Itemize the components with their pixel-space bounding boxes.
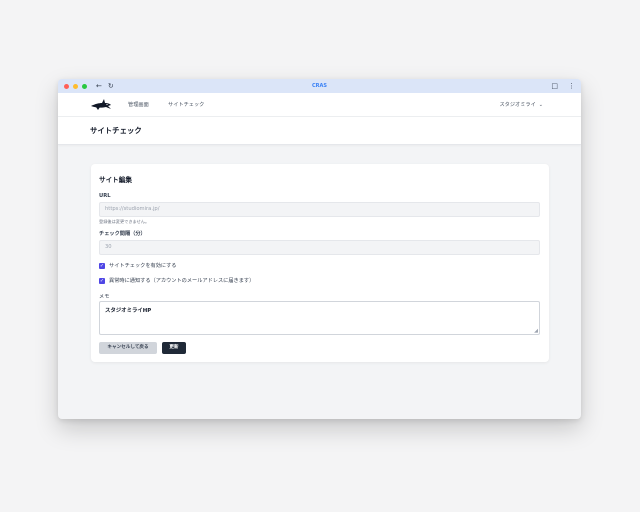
nav-link-site-check[interactable]: サイトチェック <box>168 93 204 117</box>
nav-link-admin[interactable]: 管理画面 <box>128 93 149 117</box>
cancel-button[interactable]: キャンセルして戻る <box>99 342 157 354</box>
user-menu[interactable]: スタジオミライ ⌄ <box>499 93 543 117</box>
interval-field[interactable]: 30 <box>99 240 540 255</box>
browser-menu-icon[interactable]: ⋮ <box>568 79 575 93</box>
enable-checkbox-label: サイトチェックを有効にする <box>109 263 177 269</box>
notify-checkbox-label: 異常時に通知する（アカウントのメールアドレスに届きます） <box>109 278 255 284</box>
app-navbar: 管理画面 サイトチェック スタジオミライ ⌄ <box>58 93 581 117</box>
url-field[interactable]: https://studiomira.jp/ <box>99 202 540 217</box>
notify-checkbox[interactable]: ✓ <box>99 277 105 284</box>
enable-checkbox[interactable]: ✓ <box>99 262 105 269</box>
minimize-window-button[interactable] <box>73 83 78 89</box>
browser-titlebar: ← ↻ CRAS □ ⋮ <box>58 79 581 93</box>
page-title: サイトチェック <box>90 126 142 135</box>
interval-label: チェック間隔（分） <box>99 231 146 237</box>
url-hint: 登録後は変更できません。 <box>99 219 150 224</box>
window-controls <box>64 83 87 89</box>
extensions-icon[interactable]: □ <box>551 79 558 93</box>
browser-tab-title: CRAS <box>312 83 327 89</box>
site-edit-form: サイト編集 URL https://studiomira.jp/ 登録後は変更で… <box>91 164 549 362</box>
back-arrow-icon[interactable]: ← <box>96 79 102 93</box>
maximize-window-button[interactable] <box>82 83 87 89</box>
user-name: スタジオミライ <box>499 102 536 108</box>
update-button[interactable]: 更新 <box>162 342 186 354</box>
form-title: サイト編集 <box>99 176 132 184</box>
chevron-down-icon: ⌄ <box>538 102 543 108</box>
reload-icon[interactable]: ↻ <box>108 79 114 93</box>
notify-check-row[interactable]: ✓ 異常時に通知する（アカウントのメールアドレスに届きます） <box>99 277 254 284</box>
browser-window: ← ↻ CRAS □ ⋮ 管理画面 サイトチェック スタジオミライ ⌄ サイトチェ… <box>58 79 581 419</box>
close-window-button[interactable] <box>64 83 69 89</box>
resize-handle-icon[interactable]: ◢ <box>534 329 538 334</box>
memo-text: スタジオミライHP <box>105 308 152 314</box>
shark-logo-icon[interactable] <box>90 98 112 111</box>
enable-check-row[interactable]: ✓ サイトチェックを有効にする <box>99 262 177 269</box>
memo-label: メモ <box>99 294 110 300</box>
page-header: サイトチェック <box>58 117 581 145</box>
memo-textarea[interactable]: スタジオミライHP ◢ <box>99 301 540 335</box>
url-label: URL <box>99 193 111 199</box>
